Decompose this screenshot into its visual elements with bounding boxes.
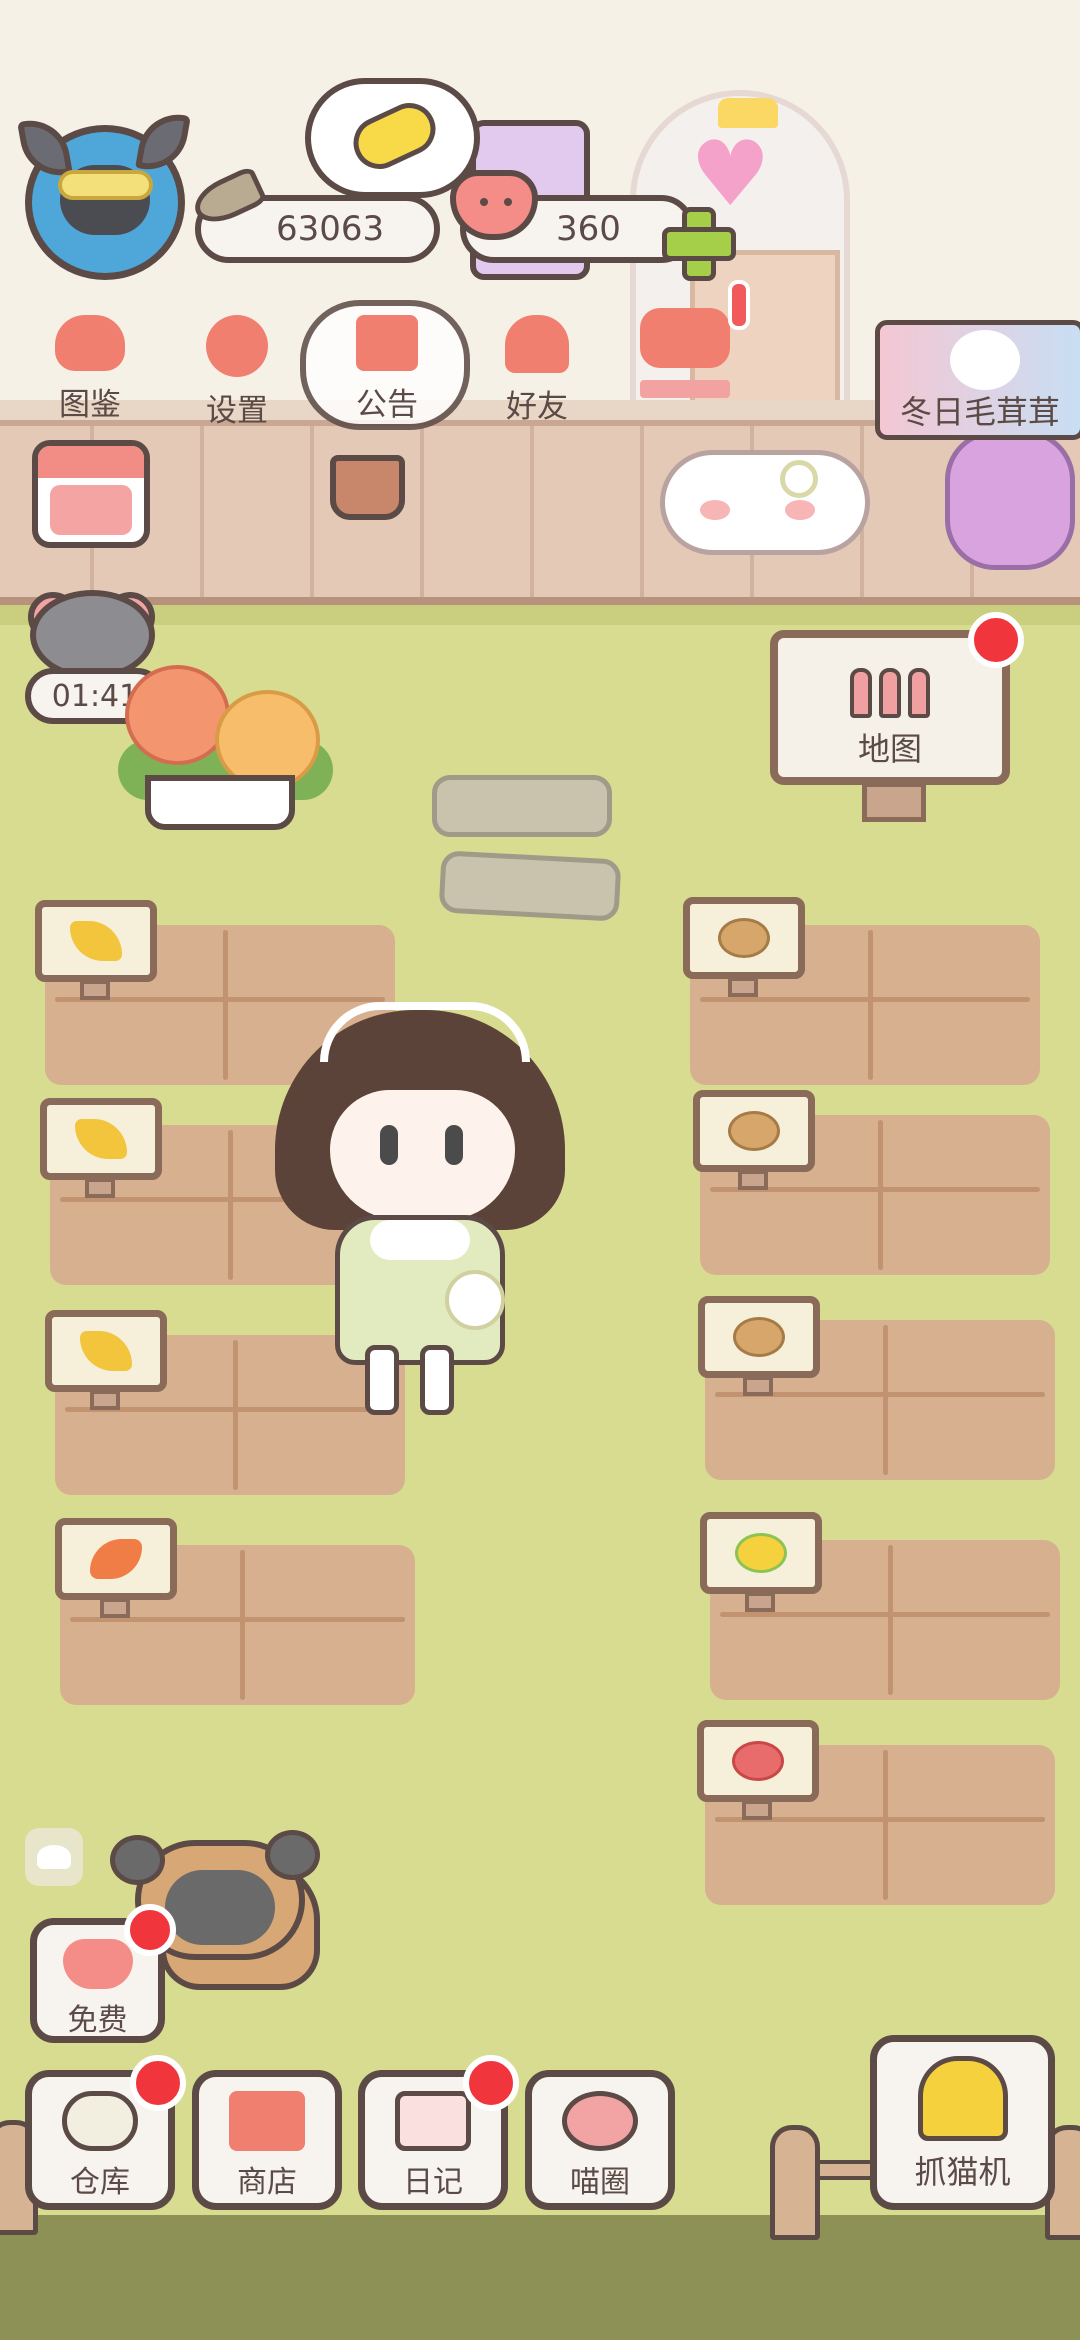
messages-button[interactable] [630, 300, 740, 410]
wheat-icon [75, 1119, 127, 1159]
potato-icon [718, 918, 770, 958]
shop-icon [229, 2091, 305, 2151]
headband [320, 1002, 530, 1062]
sign-post [90, 1390, 120, 1410]
friends-icon [505, 315, 569, 373]
map-notification-dot [968, 612, 1024, 668]
message-hearts-icon [640, 308, 730, 368]
message-bar [640, 380, 730, 398]
wooden-fence [0, 420, 1080, 605]
character-collar [370, 1220, 470, 1260]
sign-post [743, 1376, 773, 1396]
character-leg [365, 1345, 399, 1415]
mouse-timer-button[interactable] [30, 590, 155, 680]
paw-icon [950, 330, 1020, 390]
crop-sign[interactable] [700, 1512, 822, 1594]
sign-post [85, 1178, 115, 1198]
sign-post [80, 980, 110, 1000]
map-fence-icon [850, 668, 930, 718]
potato-icon [728, 1111, 780, 1151]
calendar-icon [38, 446, 144, 478]
warehouse-notification-dot [130, 2055, 186, 2111]
menu-announcement-button[interactable]: 公告 [322, 315, 452, 425]
map-label: 地图 [857, 730, 922, 768]
menu-announcement-label: 公告 [356, 387, 418, 423]
orange-flower [125, 665, 230, 765]
flower-cart[interactable] [145, 775, 295, 830]
crop-sign[interactable] [693, 1090, 815, 1172]
wheat-icon [80, 1331, 132, 1371]
ground-bottom [0, 2215, 1080, 2340]
free-notification-dot [124, 1904, 176, 1956]
menu-settings-button[interactable]: 设置 [172, 315, 302, 429]
coin-count: 63063 [276, 209, 385, 249]
fence-post [770, 2125, 820, 2240]
winter-event-label: 冬日毛茸茸 [899, 393, 1060, 431]
cat-planet-icon [562, 2091, 638, 2151]
pug-ear-left [110, 1835, 165, 1885]
sign-post [738, 1170, 768, 1190]
eye-icon [37, 1845, 71, 1869]
crop-sign[interactable] [55, 1518, 177, 1600]
warehouse-label: 仓库 [70, 2165, 130, 2200]
crop-sign[interactable] [45, 1310, 167, 1392]
storage-jar-icon [62, 2091, 138, 2151]
shop-button[interactable]: 商店 [192, 2070, 342, 2210]
character-leg [420, 1345, 454, 1415]
flower-icon [780, 460, 818, 498]
carrot-icon [90, 1539, 142, 1579]
stepping-stone [438, 850, 622, 922]
wheat-icon [70, 921, 122, 961]
heart-count: 360 [556, 209, 621, 249]
free-label: 免费 [67, 2003, 128, 2038]
add-hearts-button[interactable] [662, 207, 736, 281]
pink-bear-character[interactable] [945, 430, 1075, 570]
corn-icon [735, 1533, 787, 1573]
sign-post [728, 977, 758, 997]
potato-icon [733, 1317, 785, 1357]
meow-circle-label: 喵圈 [570, 2165, 630, 2200]
sign-post [745, 1592, 775, 1612]
diary-label: 日记 [403, 2165, 463, 2200]
pug-ear-right [265, 1830, 320, 1880]
stepping-stone [432, 775, 612, 837]
menu-friends-label: 好友 [506, 389, 568, 425]
crop-sign[interactable] [697, 1720, 819, 1802]
exclamation-icon [728, 280, 750, 330]
gear-icon [206, 315, 268, 377]
sign-post [742, 1800, 772, 1820]
claw-machine-button[interactable]: 抓猫机 [870, 2035, 1055, 2210]
menu-settings-label: 设置 [206, 393, 268, 429]
diary-icon [395, 2091, 471, 2151]
sign-post [100, 1598, 130, 1618]
heart-icon [62, 1939, 133, 1989]
hide-ui-button[interactable] [25, 1828, 83, 1886]
menu-friends-button[interactable]: 好友 [472, 315, 602, 425]
menu-encyclopedia-label: 图鉴 [59, 387, 121, 423]
grass-strip [0, 605, 1080, 625]
flower-bag-icon [445, 1270, 505, 1330]
crop-sign[interactable] [698, 1296, 820, 1378]
diary-notification-dot [463, 2055, 519, 2111]
crop-sign[interactable] [40, 1098, 162, 1180]
character-face [330, 1090, 515, 1220]
meow-circle-button[interactable]: 喵圈 [525, 2070, 675, 2210]
pug-mask [165, 1870, 275, 1945]
cat-book-icon [55, 315, 125, 371]
menu-encyclopedia-button[interactable]: 图鉴 [25, 315, 155, 425]
flower-pot [330, 455, 405, 520]
crop-sign[interactable] [35, 900, 157, 982]
map-sign-post [862, 782, 926, 822]
goggles-icon [58, 170, 153, 200]
pencil-icon [50, 485, 132, 535]
tomato-icon [732, 1741, 784, 1781]
claw-machine-label: 抓猫机 [914, 2153, 1011, 2191]
shop-label: 商店 [237, 2165, 297, 2200]
crop-sign[interactable] [683, 897, 805, 979]
cloud-creature[interactable] [660, 450, 870, 555]
gift-icon [356, 315, 418, 371]
claw-icon [917, 2056, 1008, 2141]
